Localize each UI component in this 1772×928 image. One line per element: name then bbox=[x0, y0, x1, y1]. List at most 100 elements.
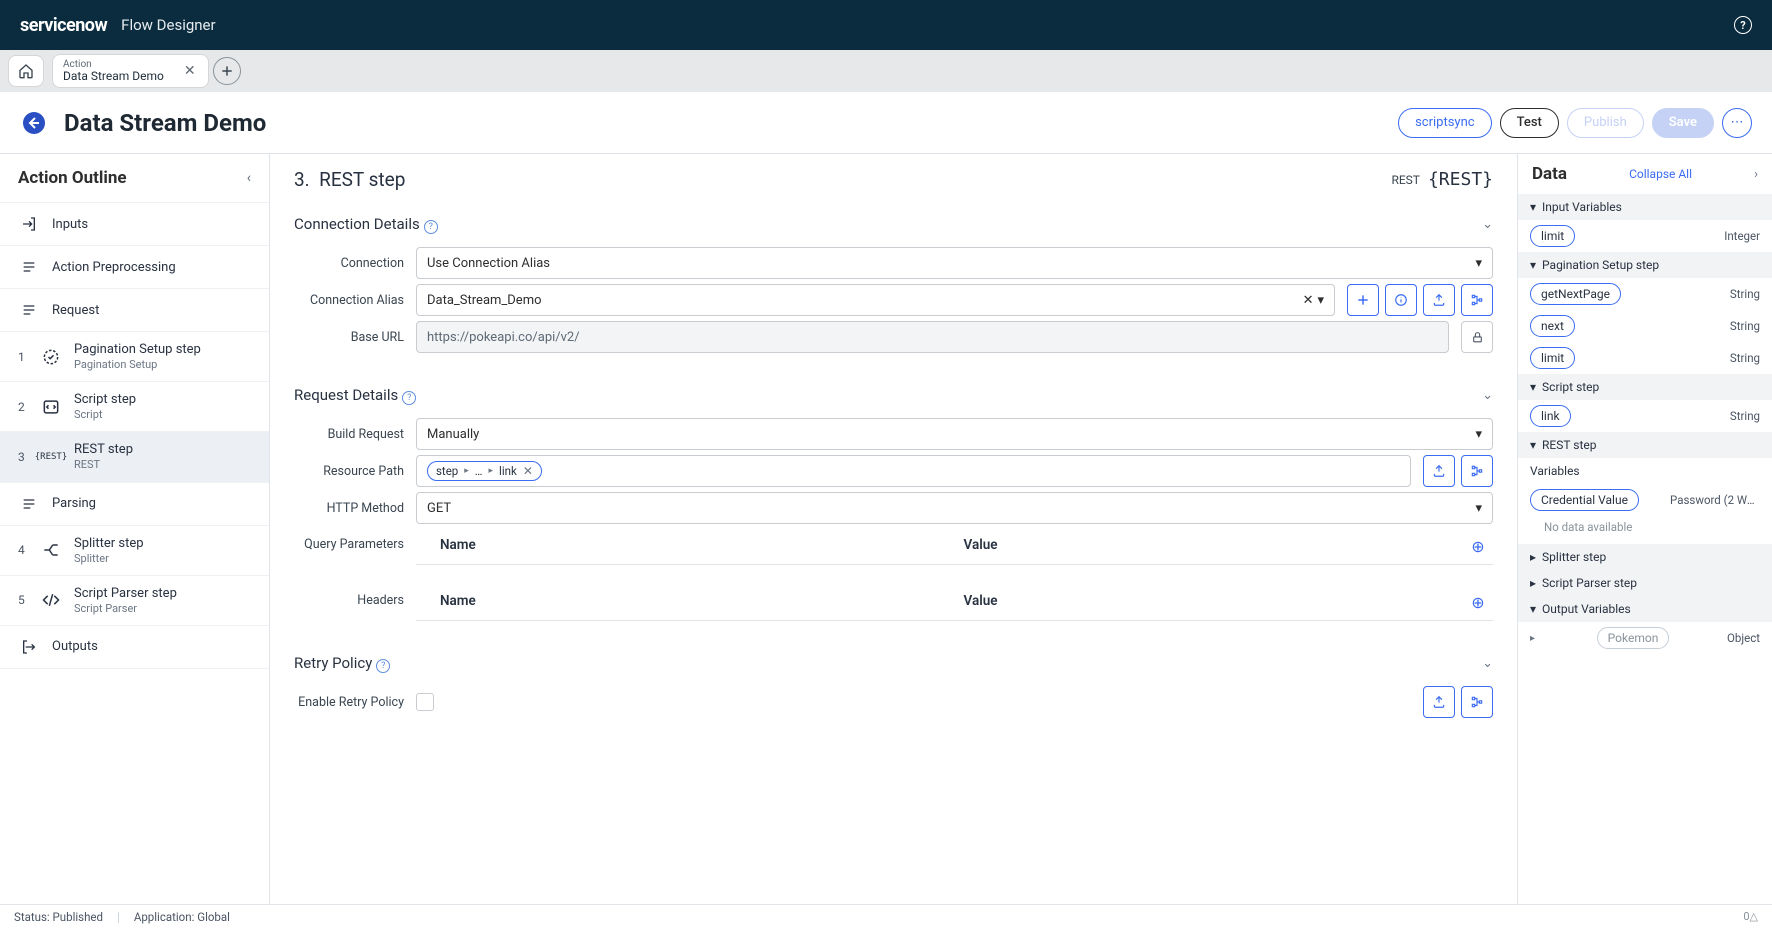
scriptsync-button[interactable]: scriptsync bbox=[1398, 108, 1491, 138]
collapse-all-link[interactable]: Collapse All bbox=[1629, 167, 1692, 181]
copy-button[interactable] bbox=[1423, 284, 1455, 316]
group-pagination[interactable]: ▾Pagination Setup step bbox=[1518, 252, 1772, 278]
outline-step-4[interactable]: 4 Splitter stepSplitter bbox=[0, 525, 269, 575]
status-published: Status: Published bbox=[14, 910, 103, 924]
add-tab-button[interactable] bbox=[213, 57, 241, 85]
outline-step-1[interactable]: 1 Pagination Setup stepPagination Setup bbox=[0, 331, 269, 381]
back-arrow-icon bbox=[22, 111, 46, 135]
chevron-down-icon: ▾ bbox=[1475, 256, 1482, 271]
query-params-table: Name Value ⊕ bbox=[416, 529, 1493, 565]
var-pill-getnextpage[interactable]: getNextPage bbox=[1530, 283, 1621, 305]
list-icon bbox=[18, 256, 40, 278]
chevron-down-icon[interactable]: ⌄ bbox=[1482, 217, 1493, 232]
tree-button[interactable] bbox=[1461, 686, 1493, 718]
var-row: limit Integer bbox=[1518, 220, 1772, 252]
var-pill-next[interactable]: next bbox=[1530, 315, 1575, 337]
global-header: servicenow Flow Designer ? bbox=[0, 0, 1772, 50]
list-icon bbox=[18, 299, 40, 321]
rest-icon: {REST} bbox=[40, 446, 62, 468]
data-panel: Data Collapse All › ▾Input Variables lim… bbox=[1518, 154, 1772, 904]
code-icon bbox=[40, 589, 62, 611]
copy-button[interactable] bbox=[1423, 686, 1455, 718]
group-rest[interactable]: ▾REST step bbox=[1518, 432, 1772, 458]
step-title: 3. REST step bbox=[294, 168, 405, 191]
step-type-label: REST bbox=[1391, 173, 1420, 187]
group-parser[interactable]: ▸Script Parser step bbox=[1518, 570, 1772, 596]
list-icon bbox=[18, 493, 40, 515]
outline-request[interactable]: Request bbox=[0, 288, 269, 331]
resource-path-input[interactable]: step ▸ … ▸ link ✕ bbox=[416, 455, 1411, 487]
page-title: Data Stream Demo bbox=[64, 109, 266, 137]
product-name: Flow Designer bbox=[121, 16, 215, 34]
status-bar: Status: Published | Application: Global … bbox=[0, 904, 1772, 928]
outline-preprocess[interactable]: Action Preprocessing bbox=[0, 245, 269, 288]
chevron-right-icon[interactable]: › bbox=[1754, 167, 1758, 182]
help-icon[interactable]: ? bbox=[376, 659, 390, 673]
alias-select[interactable]: Data_Stream_Demo ✕▾ bbox=[416, 284, 1335, 316]
input-icon bbox=[18, 213, 40, 235]
splitter-icon bbox=[40, 539, 62, 561]
pagination-icon bbox=[40, 346, 62, 368]
var-pill-link[interactable]: link bbox=[1530, 405, 1571, 427]
rest-badge-icon: {REST} bbox=[1428, 169, 1493, 190]
chevron-down-icon[interactable]: ⌄ bbox=[1482, 656, 1493, 671]
chevron-down-icon: ▾ bbox=[1317, 293, 1324, 308]
clear-icon[interactable]: ✕ bbox=[1303, 293, 1314, 308]
var-pill-pokemon[interactable]: Pokemon bbox=[1597, 627, 1670, 649]
group-script[interactable]: ▾Script step bbox=[1518, 374, 1772, 400]
script-icon bbox=[40, 396, 62, 418]
outline-parsing[interactable]: Parsing bbox=[0, 482, 269, 525]
remove-pill-icon[interactable]: ✕ bbox=[523, 464, 533, 478]
outline-step-2[interactable]: 2 Script stepScript bbox=[0, 381, 269, 431]
tree-button[interactable] bbox=[1461, 284, 1493, 316]
group-input-vars[interactable]: ▾Input Variables bbox=[1518, 194, 1772, 220]
help-icon[interactable]: ? bbox=[402, 391, 416, 405]
main-layout: Action Outline ‹ Inputs Action Preproces… bbox=[0, 154, 1772, 904]
chevron-down-icon[interactable]: ⌄ bbox=[1482, 388, 1493, 403]
title-bar: Data Stream Demo scriptsync Test Publish… bbox=[0, 92, 1772, 154]
help-icon[interactable]: ? bbox=[1734, 16, 1752, 34]
group-output[interactable]: ▾Output Variables bbox=[1518, 596, 1772, 622]
data-pill[interactable]: step ▸ … ▸ link ✕ bbox=[427, 461, 542, 481]
info-button[interactable] bbox=[1385, 284, 1417, 316]
help-icon[interactable]: ? bbox=[424, 220, 438, 234]
group-splitter[interactable]: ▸Splitter step bbox=[1518, 544, 1772, 570]
outline-step-5[interactable]: 5 Script Parser stepScript Parser bbox=[0, 575, 269, 625]
lock-icon[interactable] bbox=[1461, 321, 1493, 353]
sidebar: Action Outline ‹ Inputs Action Preproces… bbox=[0, 154, 270, 904]
outline-step-3[interactable]: 3 {REST} REST stepREST bbox=[0, 431, 269, 481]
warning-count-icon[interactable]: 0△ bbox=[1743, 910, 1758, 923]
retry-checkbox[interactable] bbox=[416, 693, 434, 711]
build-request-select[interactable]: Manually ▾ bbox=[416, 418, 1493, 450]
http-method-select[interactable]: GET ▾ bbox=[416, 492, 1493, 524]
var-pill-limit[interactable]: limit bbox=[1530, 225, 1575, 247]
sidebar-title: Action Outline bbox=[18, 168, 127, 188]
output-icon bbox=[18, 636, 40, 658]
brand: servicenow Flow Designer bbox=[20, 15, 216, 36]
add-header-button[interactable]: ⊕ bbox=[1463, 593, 1493, 612]
tab-strip: Action Data Stream Demo ✕ bbox=[0, 50, 1772, 92]
home-button[interactable] bbox=[8, 55, 44, 87]
section-request: Request Details? ⌄ Build Request Manuall… bbox=[270, 368, 1517, 636]
outline-inputs[interactable]: Inputs bbox=[0, 202, 269, 245]
data-title: Data bbox=[1532, 164, 1567, 184]
copy-button[interactable] bbox=[1423, 455, 1455, 487]
var-pill-limit2[interactable]: limit bbox=[1530, 347, 1575, 369]
tab-action[interactable]: Action Data Stream Demo ✕ bbox=[52, 54, 209, 88]
no-data-label: No data available bbox=[1518, 516, 1772, 544]
chevron-down-icon: ▾ bbox=[1475, 501, 1482, 516]
tree-button[interactable] bbox=[1461, 455, 1493, 487]
test-button[interactable]: Test bbox=[1500, 108, 1559, 138]
more-button[interactable]: ⋯ bbox=[1722, 108, 1752, 138]
add-query-param-button[interactable]: ⊕ bbox=[1463, 537, 1493, 556]
var-pill-credential[interactable]: Credential Value bbox=[1530, 489, 1639, 511]
brand-logo: servicenow bbox=[20, 15, 107, 36]
close-icon[interactable]: ✕ bbox=[182, 61, 198, 81]
section-connection: Connection Details? ⌄ Connection Use Con… bbox=[270, 197, 1517, 368]
add-alias-button[interactable] bbox=[1347, 284, 1379, 316]
save-button: Save bbox=[1652, 108, 1714, 138]
back-button[interactable] bbox=[20, 109, 48, 137]
connection-select[interactable]: Use Connection Alias ▾ bbox=[416, 247, 1493, 279]
outline-outputs[interactable]: Outputs bbox=[0, 625, 269, 669]
collapse-sidebar-icon[interactable]: ‹ bbox=[247, 170, 251, 186]
